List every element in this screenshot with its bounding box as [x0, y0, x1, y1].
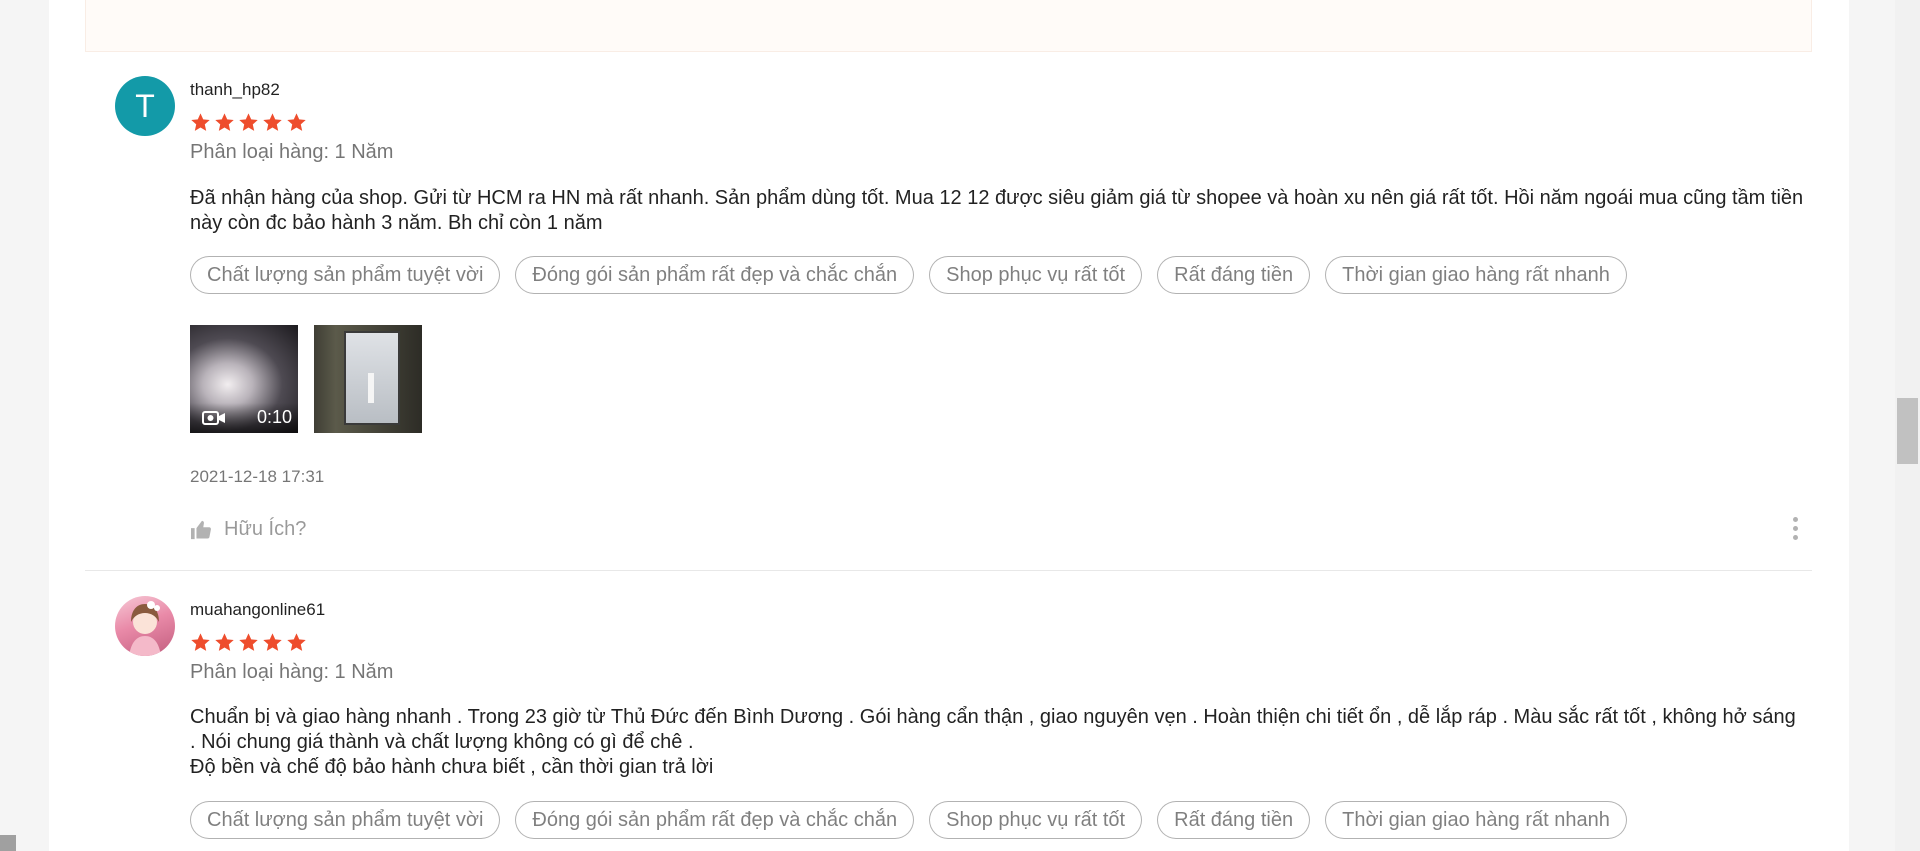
star-icon [191, 113, 210, 131]
review-tag: Rất đáng tiền [1157, 801, 1311, 839]
rating-stars [190, 632, 307, 653]
avatar-image [129, 601, 161, 656]
review-item: muahangonline61 Phân loại hàng: 1 Năm Ch… [85, 571, 1812, 851]
review-tags: Chất lượng sản phẩm tuyệt vời Đóng gói s… [190, 256, 1627, 294]
review-tag: Shop phục vụ rất tốt [929, 256, 1143, 294]
thumbs-up-icon [191, 520, 211, 539]
video-duration: 0:10 [256, 407, 292, 427]
review-tag: Chất lượng sản phẩm tuyệt vời [190, 256, 501, 294]
avatar[interactable] [115, 596, 175, 656]
rating-overview-panel [85, 0, 1812, 52]
star-icon [239, 113, 258, 131]
star-icon [287, 633, 306, 651]
review-comment: Đã nhận hàng của shop. Gửi từ HCM ra HN … [190, 187, 1804, 234]
review-tag: Chất lượng sản phẩm tuyệt vời [190, 801, 501, 839]
review-author[interactable]: muahangonline61 [190, 600, 325, 620]
photo-content [344, 331, 400, 425]
reviews-page: T thanh_hp82 Phân loại hàng: 1 Năm Đã nh… [49, 0, 1849, 851]
star-icon [263, 113, 282, 131]
avatar-letter: T [135, 87, 155, 124]
star-icon [263, 633, 282, 651]
review-tag: Shop phục vụ rất tốt [929, 801, 1143, 839]
helpful-label: Hữu Ích? [224, 518, 307, 540]
review-media: 0:10 [190, 325, 422, 433]
review-comment: Chuẩn bị và giao hàng nhanh . Trong 23 g… [190, 706, 1796, 778]
review-tags: Chất lượng sản phẩm tuyệt vời Đóng gói s… [190, 801, 1627, 839]
star-icon [215, 113, 234, 131]
star-icon [191, 633, 210, 651]
review-photo-thumbnail[interactable] [314, 325, 422, 433]
review-author[interactable]: thanh_hp82 [190, 80, 280, 100]
review-tag: Rất đáng tiền [1157, 256, 1311, 294]
star-icon [239, 633, 258, 651]
more-options-icon[interactable] [1793, 517, 1798, 540]
review-tag: Thời gian giao hàng rất nhanh [1325, 801, 1627, 839]
star-icon [215, 633, 234, 651]
product-variation: Phân loại hàng: 1 Năm [190, 141, 394, 163]
product-variation: Phân loại hàng: 1 Năm [190, 661, 394, 683]
review-tag: Thời gian giao hàng rất nhanh [1325, 256, 1627, 294]
page-scrollbar[interactable] [1895, 0, 1920, 851]
review-item: T thanh_hp82 Phân loại hàng: 1 Năm Đã nh… [85, 52, 1812, 571]
review-video-thumbnail[interactable]: 0:10 [190, 325, 298, 433]
review-tag: Đóng gói sản phẩm rất đẹp và chắc chắn [515, 256, 915, 294]
helpful-button[interactable]: Hữu Ích? [190, 518, 306, 541]
video-camera-icon [202, 411, 225, 425]
review-timestamp: 2021-12-18 17:31 [190, 467, 325, 486]
review-tag: Đóng gói sản phẩm rất đẹp và chắc chắn [515, 801, 915, 839]
scrollbar-thumb[interactable] [1897, 398, 1918, 464]
rating-stars [190, 112, 307, 133]
corner-widget [0, 835, 16, 851]
avatar[interactable]: T [115, 76, 175, 136]
star-icon [287, 113, 306, 131]
